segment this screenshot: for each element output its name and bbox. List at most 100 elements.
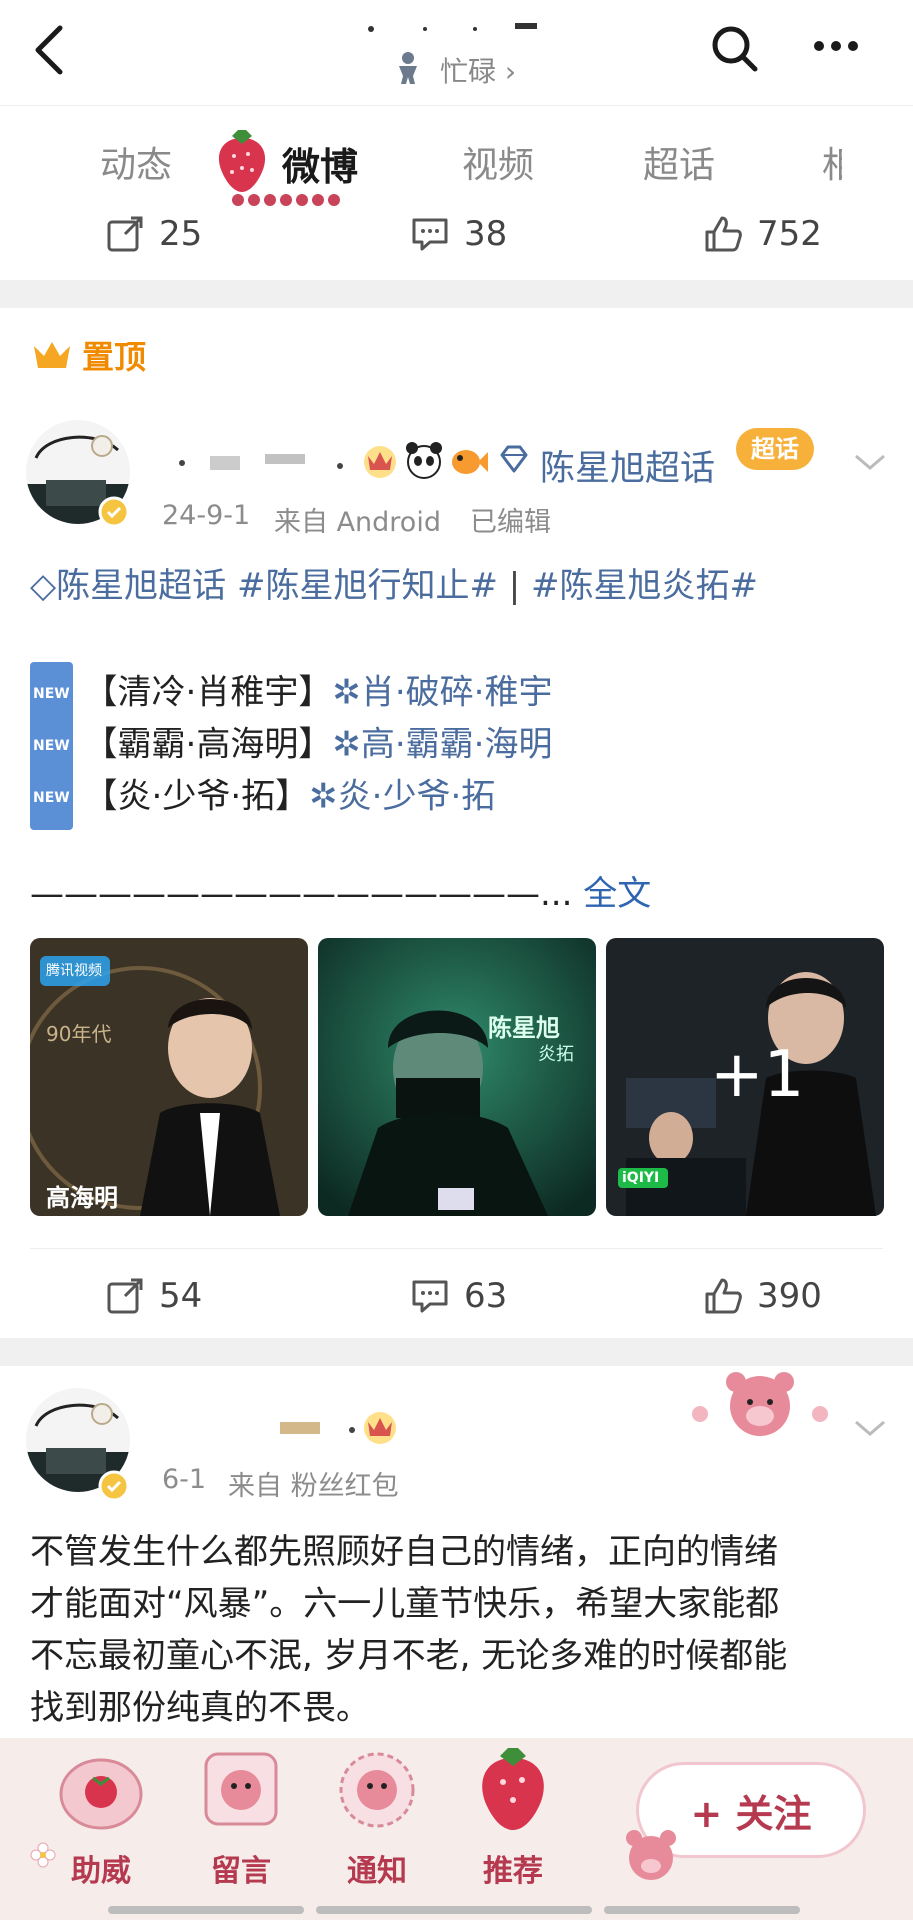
role-title: 【霸霸·高海明】 bbox=[83, 724, 333, 765]
notify-icon bbox=[339, 1752, 415, 1828]
divider bbox=[30, 1248, 883, 1249]
profile-page: 忙碌 › 动态 微博 视频 超话 相 25 38 752 置顶 陈星旭超话 超话… bbox=[0, 0, 913, 1920]
bear-sticker-icon bbox=[680, 1364, 840, 1448]
repost-count: 25 bbox=[159, 214, 203, 254]
strawberry-icon bbox=[212, 126, 272, 200]
role-title: 【清冷·肖稚宇】 bbox=[83, 672, 333, 713]
hashtag-link[interactable]: #陈星旭行知止# bbox=[237, 566, 498, 606]
video-platform-badge: 腾讯视频 bbox=[46, 963, 102, 979]
bear-sticker-icon bbox=[616, 1824, 686, 1888]
post-divider bbox=[0, 1338, 913, 1366]
tab-weibo[interactable]: 微博 bbox=[282, 136, 358, 191]
role-link[interactable]: 炎·少爷·拓 bbox=[338, 777, 496, 817]
role-link[interactable]: 肖·破碎·稚宇 bbox=[361, 673, 553, 713]
repost-button[interactable]: 54 bbox=[105, 1276, 202, 1316]
username-redacted bbox=[260, 1412, 360, 1446]
post-text-line: 不管发生什么都先照顾好自己的情绪，正向的情绪 bbox=[30, 1532, 778, 1572]
verified-badge-icon bbox=[98, 1470, 130, 1506]
message-button[interactable]: 留言 bbox=[186, 1738, 296, 1889]
repost-count: 54 bbox=[159, 1276, 203, 1316]
sparkle-icon: ✲ bbox=[332, 724, 361, 765]
cheer-icon bbox=[59, 1758, 143, 1830]
search-icon[interactable] bbox=[710, 24, 760, 78]
message-label: 留言 bbox=[211, 1854, 271, 1889]
post-source: 来自 粉丝红包 bbox=[228, 1471, 399, 1502]
fish-icon bbox=[448, 440, 488, 484]
comment-button[interactable]: 63 bbox=[410, 1276, 507, 1316]
tab-album[interactable]: 相 bbox=[822, 136, 842, 188]
sparkle-icon: ✲ bbox=[332, 672, 361, 713]
strawberry-icon bbox=[482, 1748, 544, 1830]
image-caption: 高海明 bbox=[46, 1184, 118, 1212]
image-side-text: 90年代 bbox=[46, 1022, 112, 1046]
super-topic-badge: 超话 bbox=[736, 428, 814, 470]
status-text[interactable]: 忙碌 › bbox=[440, 50, 516, 90]
post-date: 6-1 bbox=[162, 1464, 207, 1495]
like-count: 390 bbox=[757, 1276, 822, 1316]
flower-icon bbox=[30, 1842, 56, 1872]
scrollbar[interactable] bbox=[316, 1906, 592, 1914]
like-button[interactable]: 390 bbox=[703, 1276, 822, 1316]
top-bar: 忙碌 › bbox=[0, 0, 913, 105]
repost-button[interactable]: 25 bbox=[105, 214, 202, 254]
image-caption: 陈星旭 bbox=[488, 1014, 560, 1042]
diamond-icon bbox=[498, 445, 530, 477]
tab-video[interactable]: 视频 bbox=[462, 136, 534, 188]
full-text-link[interactable]: 全文 bbox=[583, 874, 651, 914]
post-image[interactable]: iQIYI +1 bbox=[606, 938, 884, 1216]
comment-count: 63 bbox=[464, 1276, 508, 1316]
role-link[interactable]: 高·霸霸·海明 bbox=[361, 725, 553, 765]
username-redacted bbox=[365, 20, 545, 34]
tab-super-topic[interactable]: 超话 bbox=[643, 136, 715, 188]
repost-icon bbox=[107, 216, 143, 252]
post-line: ———————————————... 全文 bbox=[30, 868, 651, 920]
new-badge-icon: NEW bbox=[30, 766, 73, 830]
video-platform-badge: iQIYI bbox=[622, 1170, 660, 1186]
username-redacted bbox=[170, 448, 360, 482]
scrollbar[interactable] bbox=[108, 1906, 304, 1914]
post-image[interactable]: 陈星旭 炎拓 bbox=[318, 938, 596, 1216]
post-source: 来自 Android bbox=[274, 507, 441, 538]
recommend-label: 推荐 bbox=[483, 1854, 543, 1889]
follow-label: + 关注 bbox=[690, 1791, 812, 1836]
back-arrow-icon[interactable] bbox=[30, 22, 70, 82]
like-button[interactable]: 752 bbox=[703, 214, 822, 254]
verified-badge-icon bbox=[98, 496, 130, 532]
crown-badge-icon bbox=[360, 440, 400, 484]
recommend-button[interactable]: 推荐 bbox=[458, 1738, 568, 1889]
hashtag-link[interactable]: #陈星旭炎拓# bbox=[531, 566, 758, 606]
bottom-action-bar: 助威 留言 通知 推荐 + 关注 bbox=[0, 1738, 913, 1920]
repost-icon bbox=[107, 1278, 143, 1314]
post-image[interactable]: 腾讯视频 90年代 高海明 bbox=[30, 938, 308, 1216]
chevron-down-icon[interactable] bbox=[852, 452, 888, 476]
super-topic-link[interactable]: 陈星旭超话 bbox=[540, 440, 715, 491]
post-line: NEW 【炎·少爷·拓】✲炎·少爷·拓 bbox=[30, 766, 495, 830]
cheer-button[interactable]: 助威 bbox=[46, 1738, 156, 1889]
post-divider bbox=[0, 280, 913, 308]
message-icon bbox=[204, 1752, 278, 1826]
comment-button[interactable]: 38 bbox=[410, 214, 507, 254]
more-icon[interactable] bbox=[812, 38, 860, 58]
post-text-line: 才能面对“风暴”。六一儿童节快乐，希望大家能都 bbox=[30, 1584, 780, 1624]
post-text-line: 找到那份纯真的不畏。 bbox=[30, 1688, 370, 1728]
topic-link[interactable]: 陈星旭超话 bbox=[56, 566, 226, 606]
comment-icon bbox=[412, 218, 448, 251]
crown-icon bbox=[34, 342, 70, 368]
diamond-icon: ◇ bbox=[30, 566, 57, 606]
more-images-count: +1 bbox=[710, 1038, 805, 1112]
post-topic-line: ◇陈星旭超话 #陈星旭行知止# | #陈星旭炎拓# bbox=[30, 560, 758, 612]
scrollbar[interactable] bbox=[604, 1906, 800, 1914]
status-icon bbox=[395, 50, 421, 90]
active-tab-indicator bbox=[230, 192, 340, 212]
tab-dynamics[interactable]: 动态 bbox=[100, 136, 172, 188]
image-subcaption: 炎拓 bbox=[538, 1044, 574, 1065]
panda-icon bbox=[404, 440, 444, 484]
comment-icon bbox=[412, 1280, 448, 1313]
notify-button[interactable]: 通知 bbox=[322, 1738, 432, 1889]
dash-line: ———————————————... bbox=[30, 874, 573, 914]
crown-badge-icon bbox=[360, 1406, 400, 1450]
post-date: 24-9-1 bbox=[162, 500, 251, 531]
profile-tabs: 动态 微博 视频 超话 相 bbox=[0, 105, 913, 215]
pinned-label: 置顶 bbox=[32, 332, 146, 378]
chevron-down-icon[interactable] bbox=[852, 1418, 888, 1442]
